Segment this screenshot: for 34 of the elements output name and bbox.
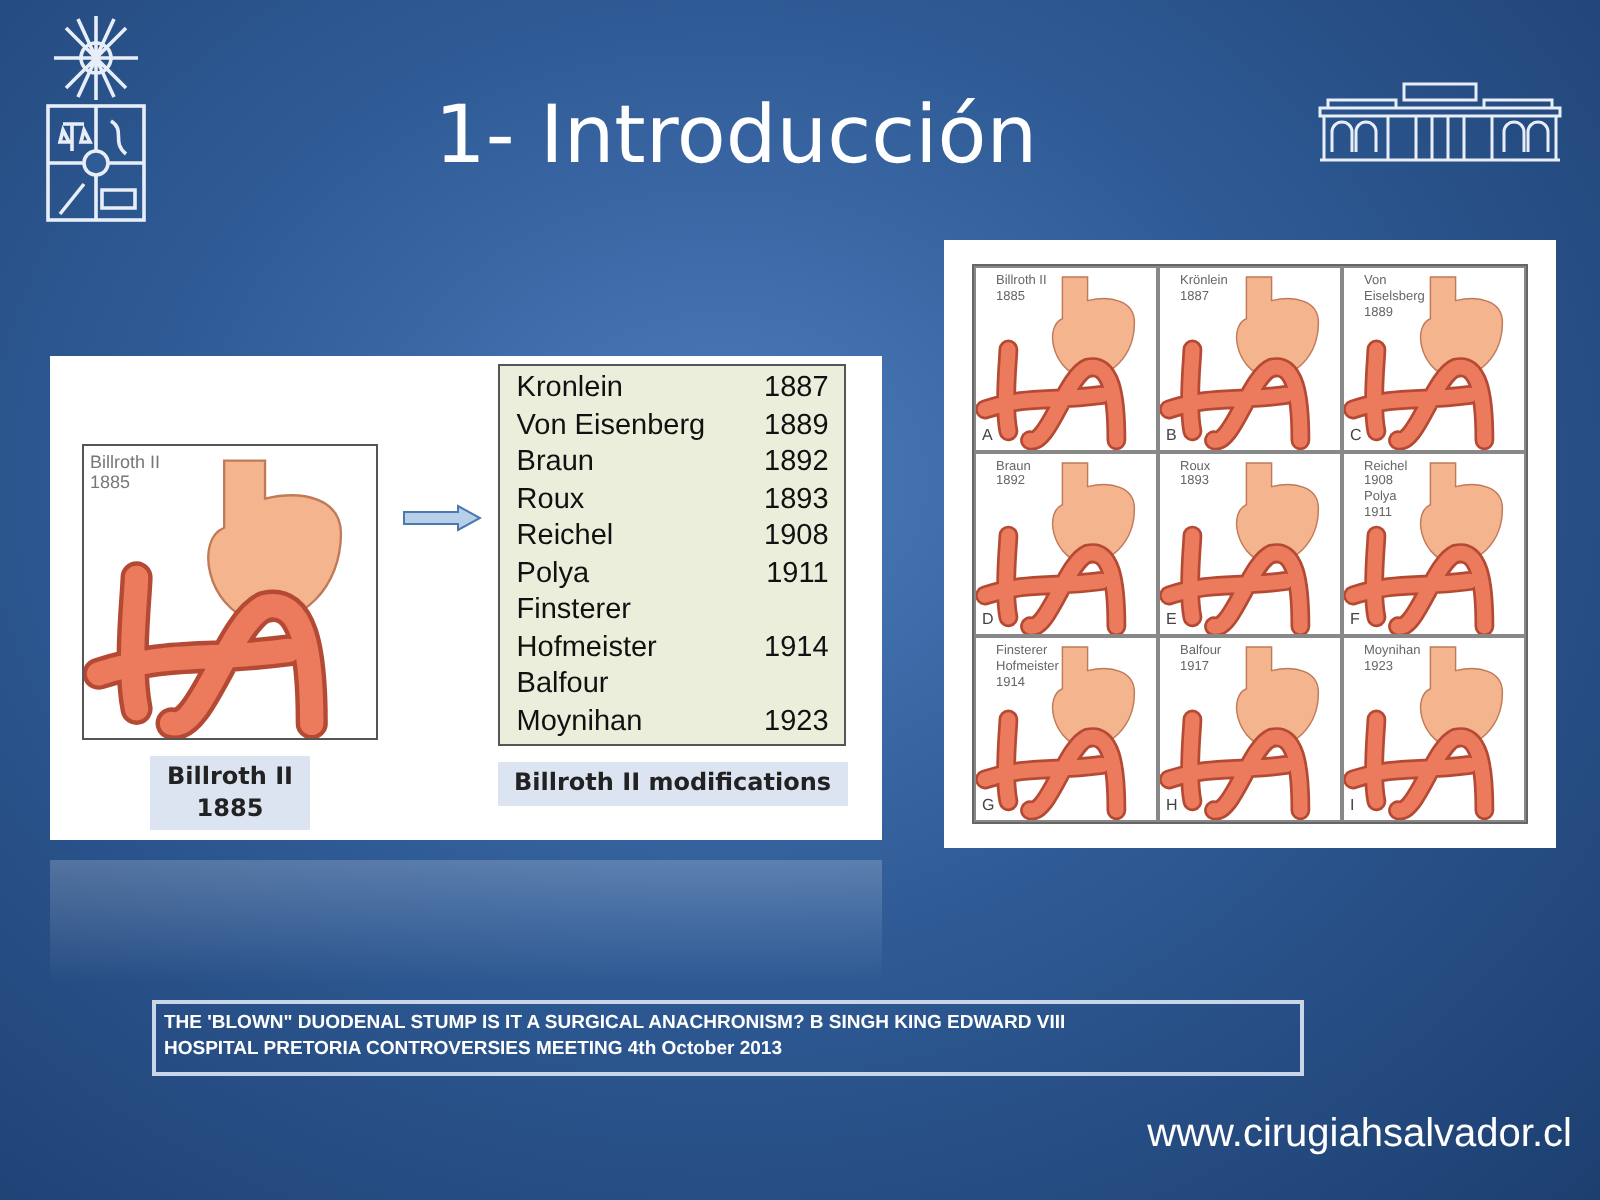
surgeon-name: Von Eisenberg (516, 407, 706, 444)
surgeon-name: Reichel (516, 518, 614, 555)
surgeon-name: Finsterer (516, 592, 631, 629)
surgeon-name: Roux (516, 481, 585, 518)
reference-note: THE 'BLOWN" DUODENAL STUMP IS IT A SURGICAL ANACHRONISM? B SINGH KING EDWARD VIII HOSPITAL PRETORIA CONTROVERSIES MEETING 4th October 2013 (152, 1000, 1304, 1076)
panel-letter: A (982, 423, 993, 448)
image-label: Billroth II 1885 (90, 452, 161, 494)
year-text: 1892 (764, 444, 829, 481)
year-text: 1889 (764, 407, 829, 444)
panel-letter: F (1350, 608, 1360, 633)
figure-caption: Billroth II 1885 (150, 756, 310, 831)
panel-letter: H (1166, 793, 1178, 818)
slide-title: 1- Introducción (434, 96, 1038, 176)
year-text: 1887 (764, 370, 829, 407)
year-text: 1893 (764, 481, 829, 518)
surgeon-name: Braun (516, 444, 594, 481)
table-caption: Billroth II modifications (498, 762, 848, 806)
surgeon-name: Kronlein (516, 370, 623, 407)
surgeon-name: Polya (516, 555, 590, 592)
surgeon-name: Moynihan (516, 703, 643, 740)
surgeon-name: Balfour (516, 666, 609, 703)
panel-letter: C (1350, 423, 1362, 448)
year-text: 1923 (764, 703, 829, 740)
year-text: 1914 (764, 629, 829, 666)
panel-letter: I (1350, 793, 1355, 818)
panel-letter: E (1166, 608, 1177, 633)
panel-letter: D (982, 608, 994, 633)
year-text: 1908 (764, 518, 829, 555)
panel-letter: B (1166, 423, 1177, 448)
right-arrow-icon (402, 504, 482, 532)
surgeon-name: Hofmeister (516, 629, 657, 666)
panel-letter: G (982, 793, 995, 818)
website-url: www.cirugiahsalvador.cl (1145, 1109, 1572, 1160)
year-text: 1911 (766, 555, 829, 592)
